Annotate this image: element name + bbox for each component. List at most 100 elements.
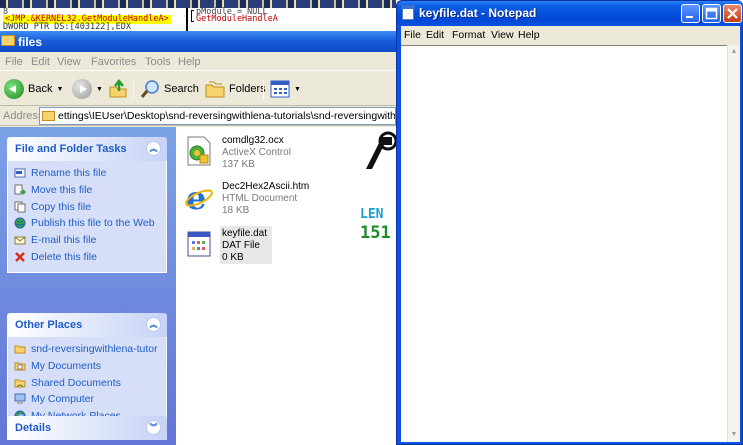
place-shared-documents[interactable]: Shared Documents [8, 375, 166, 392]
file-size: 137 KB [222, 159, 255, 170]
file-folder-tasks-list: Rename this file Move this file Copy thi… [7, 161, 167, 273]
np-menu-view[interactable]: View [491, 29, 514, 41]
search-icon [140, 80, 159, 98]
activex-control-icon [187, 136, 211, 166]
np-menu-edit[interactable]: Edit [426, 29, 444, 41]
file-name: Dec2Hex2Ascii.htm [222, 181, 310, 192]
folders-button[interactable]: Folders [205, 78, 266, 100]
task-publish[interactable]: Publish this file to the Web [8, 215, 166, 232]
address-input[interactable]: ettings\IEUser\Desktop\snd-reversingwith… [39, 107, 396, 125]
file-name: keyfile.dat [222, 228, 268, 239]
place-my-computer-label: My Computer [31, 393, 95, 406]
expand-chevron-icon[interactable]: ︾ [146, 420, 161, 435]
file-size: 0 KB [222, 252, 244, 263]
debugger-line-3: DWORD PTR DS:[403122],EDX [3, 22, 131, 32]
debugger-comment-2: GetModuleHandleA [196, 14, 278, 24]
task-move-label: Move this file [31, 183, 93, 196]
folders-label: Folders [229, 83, 266, 95]
file-type: DAT File [222, 240, 260, 251]
forward-arrow-icon [72, 79, 92, 99]
internet-explorer-icon: e [185, 181, 213, 213]
file-item-keyfile[interactable]: keyfile.dat DAT File 0 KB [182, 226, 382, 266]
notepad-vertical-scrollbar[interactable]: ▲ ▼ [727, 45, 740, 442]
menu-view[interactable]: View [57, 56, 81, 68]
file-name: comdlg32.ocx [222, 135, 284, 146]
menu-edit[interactable]: Edit [31, 56, 50, 68]
lena-banner-icon [366, 131, 396, 169]
scroll-up-arrow-icon[interactable]: ▲ [728, 45, 740, 59]
forward-button[interactable]: ▼ [72, 78, 103, 100]
task-email[interactable]: E-mail this file [8, 232, 166, 249]
folder-icon [14, 345, 26, 354]
file-type: ActiveX Control [222, 147, 291, 158]
notepad-text-area[interactable] [401, 45, 727, 442]
menu-favorites[interactable]: Favorites [91, 56, 136, 68]
views-icon [270, 80, 290, 98]
task-rename-label: Rename this file [31, 167, 107, 179]
task-copy[interactable]: Copy this file [8, 199, 166, 216]
folder-icon [42, 111, 55, 121]
explorer-menu-bar: File Edit View Favorites Tools Help [0, 52, 396, 71]
back-button[interactable]: Back ▼ [4, 78, 63, 100]
np-menu-format[interactable]: Format [452, 29, 485, 41]
explorer-title-bar[interactable]: files [0, 31, 396, 52]
other-places-title: Other Places [15, 319, 83, 331]
maximize-icon [705, 7, 718, 20]
place-my-documents[interactable]: My Documents [8, 358, 166, 375]
explorer-window: files File Edit View Favorites Tools Hel… [0, 31, 396, 445]
notepad-window: keyfile.dat - Notepad File Edit Format V… [396, 0, 743, 445]
dropdown-arrow-icon: ▼ [294, 85, 301, 93]
lena-banner-number: 151 [360, 223, 391, 243]
other-places-header[interactable]: Other Places ︽ [7, 313, 167, 337]
task-pane: File and Folder Tasks ︽ Rename this file… [0, 127, 176, 445]
place-shared-documents-label: Shared Documents [31, 376, 121, 389]
collapse-chevron-icon[interactable]: ︽ [146, 317, 161, 332]
search-button[interactable]: Search [140, 78, 199, 100]
file-item-dec2hex2ascii[interactable]: e Dec2Hex2Ascii.htm HTML Document 18 KB [182, 179, 382, 219]
lena-banner-text: LEN [360, 207, 384, 222]
maximize-button[interactable] [702, 4, 721, 23]
folder-icon [1, 35, 15, 46]
details-header[interactable]: Details ︾ [7, 416, 167, 440]
views-button[interactable]: ▼ [270, 78, 301, 100]
file-item-comdlg32[interactable]: comdlg32.ocx ActiveX Control 137 KB [182, 133, 382, 173]
close-button[interactable] [723, 4, 742, 23]
task-delete[interactable]: Delete this file [8, 249, 166, 266]
address-bar: Address ettings\IEUser\Desktop\snd-rever… [0, 106, 396, 126]
task-delete-label: Delete this file [31, 250, 97, 263]
folders-icon [205, 81, 225, 98]
copy-icon [14, 201, 26, 213]
task-copy-label: Copy this file [31, 200, 92, 213]
explorer-toolbar: Back ▼ ▼ Search Folders ▼ [0, 71, 396, 106]
debugger-window-fragment: 8 <JMP.&KERNEL32.GetModuleHandleA> DWORD… [0, 0, 396, 31]
move-icon [14, 184, 26, 195]
back-arrow-icon [4, 79, 24, 99]
notepad-icon [401, 5, 415, 20]
menu-help[interactable]: Help [178, 56, 201, 68]
minimize-button[interactable] [681, 4, 700, 23]
close-icon [727, 8, 738, 19]
place-parent-label: snd-reversingwithlena-tutor [31, 343, 158, 355]
place-parent-folder[interactable]: snd-reversingwithlena-tutor [8, 341, 166, 358]
globe-icon [14, 217, 26, 229]
file-size: 18 KB [222, 205, 250, 216]
np-menu-file[interactable]: File [404, 29, 421, 41]
notepad-title-bar[interactable]: keyfile.dat - Notepad [397, 1, 743, 26]
up-folder-button[interactable] [108, 78, 128, 100]
collapse-chevron-icon[interactable]: ︽ [146, 141, 161, 156]
np-menu-help[interactable]: Help [518, 29, 540, 41]
menu-file[interactable]: File [5, 56, 23, 68]
notepad-menu-bar: File Edit Format View Help [401, 26, 740, 45]
scroll-down-arrow-icon[interactable]: ▼ [728, 428, 740, 442]
my-documents-icon [14, 362, 26, 371]
dropdown-arrow-icon: ▼ [96, 85, 103, 93]
file-folder-tasks-title: File and Folder Tasks [15, 143, 127, 155]
debugger-bracket [191, 10, 194, 22]
place-my-computer[interactable]: My Computer [8, 391, 166, 408]
menu-tools[interactable]: Tools [145, 56, 171, 68]
task-rename[interactable]: Rename this file [8, 165, 166, 182]
explorer-title: files [18, 35, 43, 49]
task-move[interactable]: Move this file [8, 182, 166, 199]
back-label: Back [28, 83, 53, 95]
file-folder-tasks-header[interactable]: File and Folder Tasks ︽ [7, 137, 167, 161]
